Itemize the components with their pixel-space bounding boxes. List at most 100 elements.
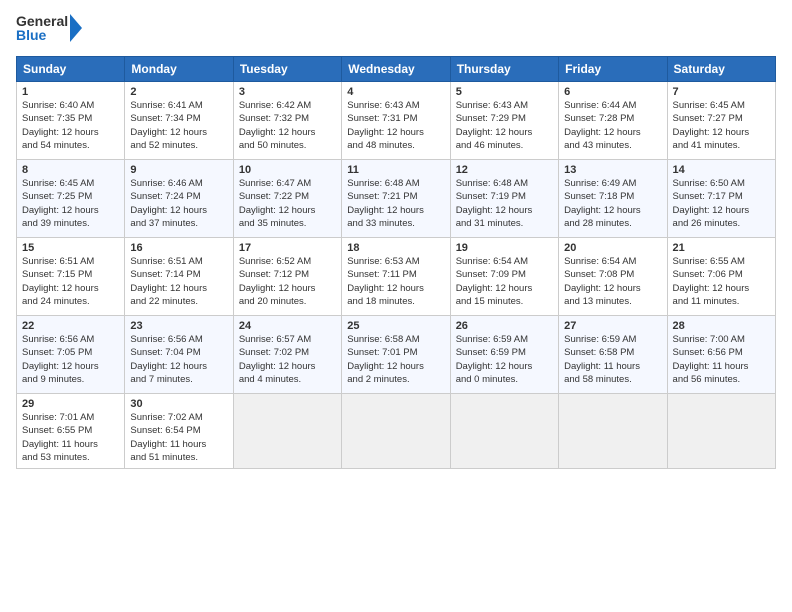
calendar-cell: 1Sunrise: 6:40 AM Sunset: 7:35 PM Daylig… [17,82,125,160]
day-number: 3 [239,86,336,98]
logo: GeneralBlue [16,10,86,50]
calendar-cell: 25Sunrise: 6:58 AM Sunset: 7:01 PM Dayli… [342,316,450,394]
day-number: 15 [22,242,119,254]
day-number: 19 [456,242,553,254]
day-number: 4 [347,86,444,98]
day-info: Sunrise: 6:59 AM Sunset: 6:58 PM Dayligh… [564,333,661,386]
day-info: Sunrise: 6:49 AM Sunset: 7:18 PM Dayligh… [564,177,661,230]
svg-text:Blue: Blue [16,27,47,43]
day-info: Sunrise: 6:59 AM Sunset: 6:59 PM Dayligh… [456,333,553,386]
day-header-sunday: Sunday [17,57,125,82]
day-info: Sunrise: 6:56 AM Sunset: 7:05 PM Dayligh… [22,333,119,386]
day-number: 11 [347,164,444,176]
calendar-cell: 28Sunrise: 7:00 AM Sunset: 6:56 PM Dayli… [667,316,775,394]
calendar-cell: 15Sunrise: 6:51 AM Sunset: 7:15 PM Dayli… [17,238,125,316]
day-info: Sunrise: 6:46 AM Sunset: 7:24 PM Dayligh… [130,177,227,230]
calendar-page: GeneralBlue SundayMondayTuesdayWednesday… [0,0,792,612]
day-info: Sunrise: 7:02 AM Sunset: 6:54 PM Dayligh… [130,411,227,464]
calendar-cell: 17Sunrise: 6:52 AM Sunset: 7:12 PM Dayli… [233,238,341,316]
day-info: Sunrise: 6:42 AM Sunset: 7:32 PM Dayligh… [239,99,336,152]
day-info: Sunrise: 6:51 AM Sunset: 7:15 PM Dayligh… [22,255,119,308]
calendar-cell: 18Sunrise: 6:53 AM Sunset: 7:11 PM Dayli… [342,238,450,316]
calendar-cell: 22Sunrise: 6:56 AM Sunset: 7:05 PM Dayli… [17,316,125,394]
day-info: Sunrise: 6:53 AM Sunset: 7:11 PM Dayligh… [347,255,444,308]
calendar-cell: 7Sunrise: 6:45 AM Sunset: 7:27 PM Daylig… [667,82,775,160]
day-number: 16 [130,242,227,254]
logo-svg: GeneralBlue [16,10,86,50]
day-number: 8 [22,164,119,176]
day-number: 5 [456,86,553,98]
day-info: Sunrise: 6:48 AM Sunset: 7:21 PM Dayligh… [347,177,444,230]
calendar-cell: 4Sunrise: 6:43 AM Sunset: 7:31 PM Daylig… [342,82,450,160]
day-info: Sunrise: 6:55 AM Sunset: 7:06 PM Dayligh… [673,255,770,308]
calendar-cell: 19Sunrise: 6:54 AM Sunset: 7:09 PM Dayli… [450,238,558,316]
calendar-cell [450,394,558,469]
day-info: Sunrise: 6:48 AM Sunset: 7:19 PM Dayligh… [456,177,553,230]
calendar-cell: 9Sunrise: 6:46 AM Sunset: 7:24 PM Daylig… [125,160,233,238]
day-info: Sunrise: 6:50 AM Sunset: 7:17 PM Dayligh… [673,177,770,230]
day-info: Sunrise: 6:58 AM Sunset: 7:01 PM Dayligh… [347,333,444,386]
day-number: 10 [239,164,336,176]
day-info: Sunrise: 6:52 AM Sunset: 7:12 PM Dayligh… [239,255,336,308]
calendar-cell: 14Sunrise: 6:50 AM Sunset: 7:17 PM Dayli… [667,160,775,238]
day-info: Sunrise: 6:45 AM Sunset: 7:27 PM Dayligh… [673,99,770,152]
day-number: 13 [564,164,661,176]
day-number: 22 [22,320,119,332]
calendar-cell [559,394,667,469]
day-info: Sunrise: 6:54 AM Sunset: 7:09 PM Dayligh… [456,255,553,308]
day-number: 18 [347,242,444,254]
day-info: Sunrise: 6:43 AM Sunset: 7:29 PM Dayligh… [456,99,553,152]
calendar-cell: 23Sunrise: 6:56 AM Sunset: 7:04 PM Dayli… [125,316,233,394]
calendar-cell: 16Sunrise: 6:51 AM Sunset: 7:14 PM Dayli… [125,238,233,316]
calendar-cell: 29Sunrise: 7:01 AM Sunset: 6:55 PM Dayli… [17,394,125,469]
day-header-thursday: Thursday [450,57,558,82]
day-header-friday: Friday [559,57,667,82]
day-number: 26 [456,320,553,332]
day-info: Sunrise: 6:44 AM Sunset: 7:28 PM Dayligh… [564,99,661,152]
calendar-cell: 8Sunrise: 6:45 AM Sunset: 7:25 PM Daylig… [17,160,125,238]
day-number: 28 [673,320,770,332]
day-number: 23 [130,320,227,332]
calendar-cell: 20Sunrise: 6:54 AM Sunset: 7:08 PM Dayli… [559,238,667,316]
calendar-cell: 6Sunrise: 6:44 AM Sunset: 7:28 PM Daylig… [559,82,667,160]
day-number: 30 [130,398,227,410]
day-header-wednesday: Wednesday [342,57,450,82]
calendar-cell: 24Sunrise: 6:57 AM Sunset: 7:02 PM Dayli… [233,316,341,394]
day-info: Sunrise: 6:43 AM Sunset: 7:31 PM Dayligh… [347,99,444,152]
day-number: 17 [239,242,336,254]
day-number: 9 [130,164,227,176]
day-number: 20 [564,242,661,254]
calendar-cell: 5Sunrise: 6:43 AM Sunset: 7:29 PM Daylig… [450,82,558,160]
day-info: Sunrise: 7:01 AM Sunset: 6:55 PM Dayligh… [22,411,119,464]
calendar-cell: 11Sunrise: 6:48 AM Sunset: 7:21 PM Dayli… [342,160,450,238]
day-number: 21 [673,242,770,254]
day-header-saturday: Saturday [667,57,775,82]
calendar-cell: 12Sunrise: 6:48 AM Sunset: 7:19 PM Dayli… [450,160,558,238]
day-info: Sunrise: 6:47 AM Sunset: 7:22 PM Dayligh… [239,177,336,230]
calendar-cell: 30Sunrise: 7:02 AM Sunset: 6:54 PM Dayli… [125,394,233,469]
day-number: 7 [673,86,770,98]
day-header-row: SundayMondayTuesdayWednesdayThursdayFrid… [17,57,776,82]
day-number: 27 [564,320,661,332]
calendar-cell [667,394,775,469]
day-number: 24 [239,320,336,332]
day-number: 2 [130,86,227,98]
calendar-cell: 27Sunrise: 6:59 AM Sunset: 6:58 PM Dayli… [559,316,667,394]
day-info: Sunrise: 7:00 AM Sunset: 6:56 PM Dayligh… [673,333,770,386]
day-info: Sunrise: 6:41 AM Sunset: 7:34 PM Dayligh… [130,99,227,152]
calendar-cell [233,394,341,469]
day-info: Sunrise: 6:40 AM Sunset: 7:35 PM Dayligh… [22,99,119,152]
day-info: Sunrise: 6:45 AM Sunset: 7:25 PM Dayligh… [22,177,119,230]
calendar-cell: 3Sunrise: 6:42 AM Sunset: 7:32 PM Daylig… [233,82,341,160]
day-info: Sunrise: 6:51 AM Sunset: 7:14 PM Dayligh… [130,255,227,308]
day-number: 1 [22,86,119,98]
day-info: Sunrise: 6:54 AM Sunset: 7:08 PM Dayligh… [564,255,661,308]
day-header-tuesday: Tuesday [233,57,341,82]
day-number: 12 [456,164,553,176]
day-number: 25 [347,320,444,332]
day-number: 14 [673,164,770,176]
page-header: GeneralBlue [16,10,776,50]
day-info: Sunrise: 6:56 AM Sunset: 7:04 PM Dayligh… [130,333,227,386]
day-number: 6 [564,86,661,98]
day-header-monday: Monday [125,57,233,82]
